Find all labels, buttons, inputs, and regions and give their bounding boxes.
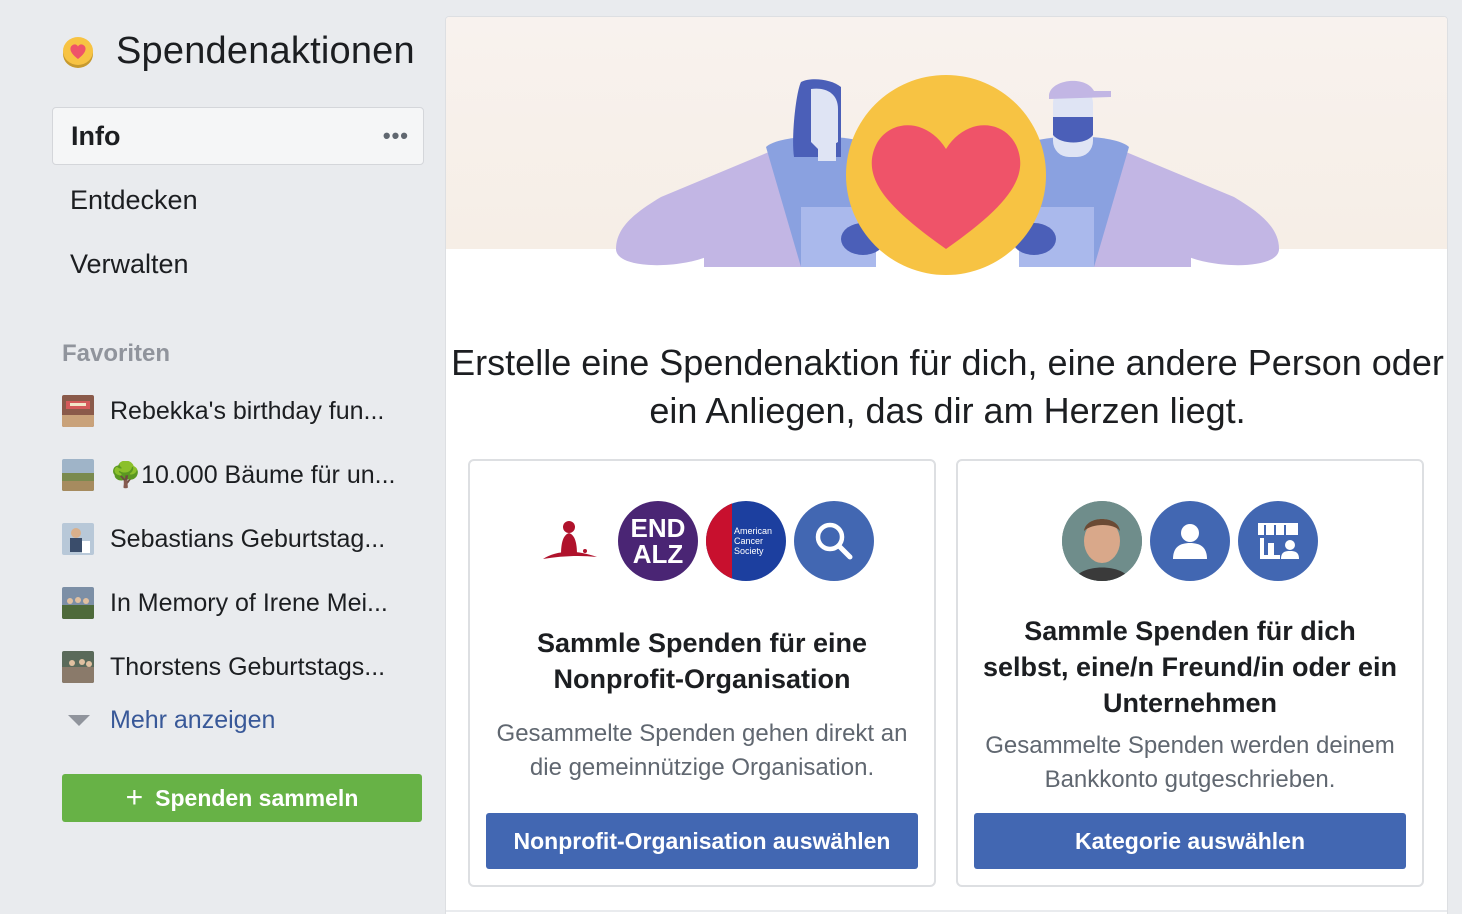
favorite-item[interactable]: Sebastians Geburtstag... xyxy=(62,519,432,559)
favorite-item[interactable]: Thorstens Geburtstags... xyxy=(62,647,432,687)
choose-nonprofit-button[interactable]: Nonprofit-Organisation auswählen xyxy=(486,813,918,869)
nav-item-label: Entdecken xyxy=(70,184,198,215)
favorite-thumbnail xyxy=(62,651,94,683)
sidebar: Spendenaktionen Info ••• Entdecken Verwa… xyxy=(0,0,440,914)
nav-item-label: Info xyxy=(71,120,121,151)
personal-icons xyxy=(958,501,1422,581)
choose-category-button[interactable]: Kategorie auswählen xyxy=(974,813,1406,869)
end-alz-logo: END ALZ xyxy=(618,501,698,581)
personal-card-title: Sammle Spenden für dich selbst, eine/n F… xyxy=(982,616,1398,718)
person-icon xyxy=(1173,524,1207,559)
favorite-label: Rebekka's birthday fun... xyxy=(110,396,385,425)
favorite-label: Sebastians Geburtstag... xyxy=(110,524,386,553)
favorite-item[interactable]: Rebekka's birthday fun... xyxy=(62,391,432,431)
main-headline: Erstelle eine Spendenaktion für dich, ei… xyxy=(451,342,1444,431)
person-option-button[interactable] xyxy=(1150,501,1230,581)
hero-illustration xyxy=(616,75,1279,275)
page-title: Spendenaktionen xyxy=(116,30,415,72)
personal-option-card: Sammle Spenden für dich selbst, eine/n F… xyxy=(956,459,1424,887)
favorite-thumbnail xyxy=(62,523,94,555)
nonprofit-card-description: Gesammelte Spenden gehen direkt an die g… xyxy=(496,720,908,781)
profile-photo-avatar xyxy=(1062,501,1142,581)
show-more-label: Mehr anzeigen xyxy=(110,706,276,734)
show-more-link[interactable]: Mehr anzeigen xyxy=(68,706,275,735)
create-fundraiser-label: Spenden sammeln xyxy=(155,784,359,811)
main-content: Erstelle eine Spendenaktion für dich, ei… xyxy=(445,16,1448,914)
favorite-label: In Memory of Irene Mei... xyxy=(110,588,388,617)
fundraiser-heart-coin-icon xyxy=(63,36,93,68)
favorite-thumbnail xyxy=(62,459,94,491)
nav-item-entdecken[interactable]: Entdecken xyxy=(52,171,424,229)
storefront-icon xyxy=(1258,523,1299,559)
favorite-label: 🌳10.000 Bäume für un... xyxy=(110,460,396,489)
end-alz-text: END xyxy=(630,513,686,543)
search-icon xyxy=(815,522,853,560)
nonprofit-card-title: Sammle Spenden für eine Nonprofit-Organi… xyxy=(536,628,868,694)
plus-icon: + xyxy=(125,781,144,814)
nonprofit-option-card: END ALZ American Cancer Society Sammle S… xyxy=(468,459,936,887)
american-cancer-society-logo: American Cancer Society xyxy=(706,501,786,581)
favorite-label: Thorstens Geburtstags... xyxy=(110,652,386,681)
favorite-thumbnail xyxy=(62,587,94,619)
acs-text: American Cancer Society xyxy=(734,526,773,556)
favorite-item[interactable]: In Memory of Irene Mei... xyxy=(62,583,432,623)
search-nonprofit-button[interactable] xyxy=(794,501,874,581)
divider xyxy=(446,910,1447,912)
favorite-thumbnail xyxy=(62,395,94,427)
create-fundraiser-button[interactable]: + Spenden sammeln xyxy=(62,774,422,822)
nonprofit-logos: END ALZ American Cancer Society xyxy=(470,501,934,581)
caret-down-icon xyxy=(68,715,90,726)
end-alz-text: ALZ xyxy=(632,539,684,569)
favorite-item[interactable]: 🌳10.000 Bäume für un... xyxy=(62,455,432,495)
nav-item-info[interactable]: Info ••• xyxy=(52,107,424,165)
personal-card-description: Gesammelte Spenden werden deinem Bankkon… xyxy=(985,732,1395,793)
st-jude-logo xyxy=(530,501,610,581)
nav-item-verwalten[interactable]: Verwalten xyxy=(52,235,424,293)
sidebar-header: Spendenaktionen xyxy=(60,30,415,73)
business-option-button[interactable] xyxy=(1238,501,1318,581)
more-options-icon[interactable]: ••• xyxy=(383,125,409,147)
nav-item-label: Verwalten xyxy=(70,248,189,279)
favorites-header: Favoriten xyxy=(62,340,171,367)
